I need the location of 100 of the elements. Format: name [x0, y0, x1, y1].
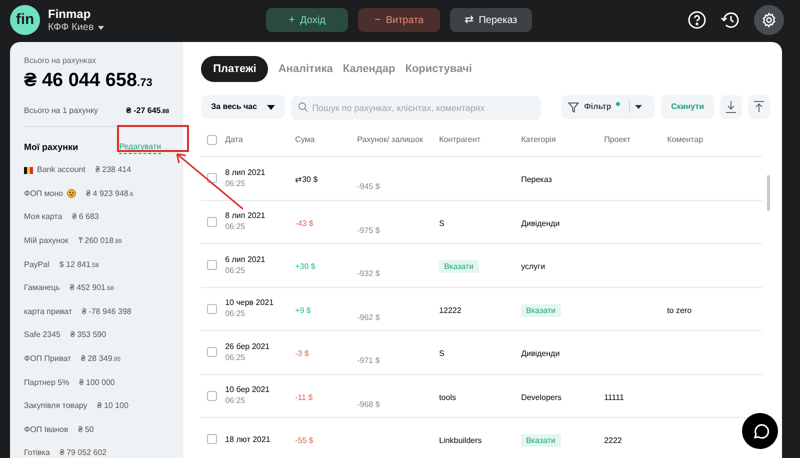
transfer-button[interactable]: ⇄ Переказ: [450, 8, 532, 32]
checkbox[interactable]: [207, 434, 218, 444]
settings-icon: [761, 12, 777, 28]
account-name[interactable]: ФОП моно: [24, 188, 64, 200]
balance-text: -945 $: [357, 182, 380, 192]
search-field[interactable]: Пошук по рахунках, клієнтах, коментарях: [291, 96, 542, 120]
time-text: 06:25: [225, 178, 246, 190]
checkbox[interactable]: [207, 304, 218, 314]
smiley-icon: [67, 189, 76, 198]
filter-label: Фільтр: [584, 101, 612, 113]
account-name[interactable]: Моя карта: [24, 211, 62, 224]
time-text: 06:25: [225, 352, 246, 364]
upload-button[interactable]: [748, 95, 770, 119]
scrollbar: [767, 175, 770, 211]
account-name[interactable]: Гаманець: [24, 282, 60, 294]
account-name[interactable]: Партнер 5%: [24, 376, 70, 389]
balance-text: -971 $: [357, 356, 380, 366]
balance-text: -932 $: [357, 269, 380, 278]
time-text: 06:25: [225, 221, 246, 234]
tab[interactable]: Платежі: [201, 56, 268, 82]
cell-text: 11111: [604, 392, 624, 402]
plus-icon: +: [288, 12, 296, 28]
caret-icon: [267, 104, 276, 110]
account-name[interactable]: Закупівля товару: [24, 400, 88, 412]
expense-button[interactable]: − Витрата: [358, 8, 440, 32]
account-balance: ₴ 79 052 602: [60, 447, 107, 458]
account-balance: ₴ 238 414: [95, 164, 132, 176]
column-header[interactable]: Сума: [295, 134, 358, 145]
amount-text: +9 $: [295, 306, 311, 315]
cell-text: 2222: [604, 436, 622, 446]
account-balance: ₴ 50: [78, 424, 94, 436]
account-name[interactable]: ФОП Іванов: [24, 424, 68, 436]
cell-text: Дивіденди: [521, 349, 560, 358]
account-name[interactable]: Safe 2345: [24, 329, 60, 342]
amount-text: -55 $: [295, 436, 314, 446]
account-name[interactable]: Bank account: [37, 164, 86, 176]
checkbox[interactable]: [207, 347, 218, 358]
column-header[interactable]: Проект: [604, 134, 668, 145]
download-button[interactable]: [720, 95, 742, 119]
balance-text: -962 $: [357, 312, 380, 322]
checkbox[interactable]: [207, 216, 218, 227]
date-text: 26 бер 2021: [225, 340, 271, 352]
cell-text: услуги: [521, 262, 546, 272]
upload-icon: [754, 101, 764, 113]
column-header[interactable]: Дата: [225, 134, 296, 145]
column-header[interactable]: Коментар: [667, 134, 762, 145]
cell-text: to zero: [667, 306, 692, 315]
date-text: 10 бер 2021: [225, 384, 271, 396]
settings-button[interactable]: [754, 5, 784, 35]
cell-text: Переказ: [521, 175, 552, 184]
checkbox[interactable]: [207, 390, 218, 401]
column-header[interactable]: Рахунок/ залишок: [357, 134, 440, 145]
tab[interactable]: Аналітика: [278, 56, 333, 82]
caret-icon[interactable]: [635, 105, 642, 109]
account-name[interactable]: Мій рахунок: [24, 235, 68, 248]
date-text: 18 лют 2021: [225, 434, 272, 445]
date-text: 8 лип 2021: [225, 210, 266, 222]
checkbox[interactable]: [207, 134, 218, 144]
checkbox[interactable]: [207, 260, 218, 270]
tab[interactable]: Користувачі: [405, 56, 472, 82]
caret-icon: [98, 26, 104, 30]
cell-text: Developers: [521, 392, 562, 402]
checkbox[interactable]: [207, 173, 218, 184]
account-name[interactable]: ФОП Приват: [24, 353, 72, 366]
minus-icon: −: [374, 12, 381, 28]
section-title: Мої рахунки: [24, 141, 78, 154]
account-balance: ₴ -78 946 398: [82, 306, 132, 318]
balance-text: -968 $: [357, 400, 380, 409]
date-text: 6 лип 2021: [225, 254, 266, 265]
brand-name: Finmap: [48, 6, 92, 22]
account-name[interactable]: карта приват: [24, 306, 72, 318]
company-selector[interactable]: КФФ Киев: [48, 22, 104, 34]
column-header[interactable]: Контрагент: [439, 134, 522, 145]
help-icon[interactable]: [688, 11, 706, 29]
annotation-frame: [117, 125, 189, 152]
filter-button[interactable]: Фільтр: [561, 95, 656, 119]
cell-text: tools: [439, 392, 456, 402]
amount-text: -11 $: [295, 392, 313, 402]
download-icon: [726, 101, 736, 113]
history-icon[interactable]: [720, 11, 740, 29]
total-balance: ₴ 46 044 658.73: [24, 69, 154, 93]
cell-text: Linkbuilders: [439, 436, 482, 446]
account-balance: ₴ 100 000: [79, 376, 115, 389]
period-dropdown[interactable]: За весь час: [201, 95, 286, 119]
filter-icon: [568, 102, 580, 112]
account-balance: ₴ 10 100: [97, 400, 128, 412]
column-header[interactable]: Категорія: [521, 134, 604, 145]
income-button[interactable]: + Дохід: [266, 8, 348, 32]
cell-text: S: [439, 349, 444, 358]
account-name[interactable]: PayPal: [24, 258, 50, 271]
amount-text: ⇄30 $: [295, 175, 318, 184]
brand-logo: fin: [10, 5, 40, 35]
cell-text: 12222: [439, 306, 462, 315]
time-text: 06:25: [225, 264, 246, 277]
tab[interactable]: Календар: [342, 56, 396, 82]
account-name[interactable]: Готівка: [24, 447, 50, 458]
search-icon: [298, 102, 308, 112]
amount-text: -43 $: [295, 218, 314, 228]
transfer-arrows-icon: ⇄: [464, 12, 474, 28]
total-label: Всього на рахунках: [24, 56, 97, 66]
